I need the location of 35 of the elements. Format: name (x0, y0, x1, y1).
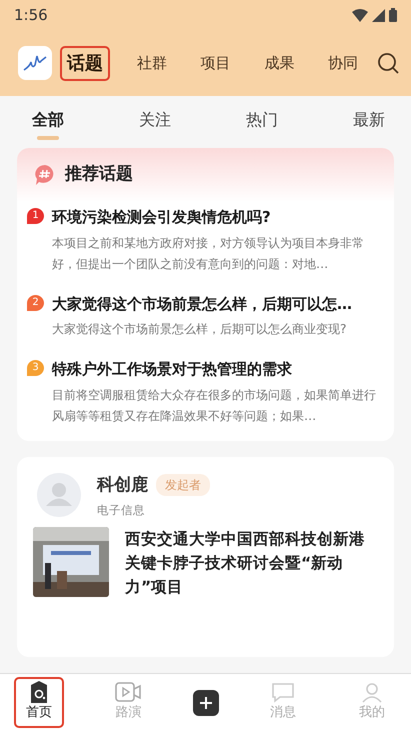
author-field: 电子信息 (97, 502, 210, 520)
plus-icon (200, 696, 212, 708)
add-button[interactable] (192, 690, 218, 716)
filter-tab[interactable]: 全部 (28, 104, 68, 140)
rank-badge: 2 (27, 294, 44, 310)
filter-tab[interactable]: 热门 (242, 104, 282, 140)
nav-tab[interactable]: 话题 (60, 46, 110, 80)
nav-tab[interactable]: 成果 (257, 48, 302, 78)
status-time: 1:56 (14, 4, 48, 26)
rank-badge: 3 (27, 360, 44, 376)
post-title[interactable]: 西安交通大学中国西部科技创新港关键卡脖子技术研讨会暨“新动力”项目 (125, 527, 378, 600)
message-icon (270, 680, 295, 703)
nav-tab[interactable]: 项目 (194, 48, 238, 78)
topic-summary: 目前将空调服租赁给大众存在很多的市场问题，如果简单进行风扇等等租赁又存在降温效果不好等问题；如果… (52, 386, 377, 424)
section-title: 推荐话题 (65, 163, 133, 186)
search-icon[interactable] (377, 52, 399, 74)
wifi-icon (352, 8, 368, 22)
author-name: 科创鹿 (97, 474, 148, 496)
nav-tab[interactable]: 协同 (321, 48, 365, 78)
profile-icon (360, 680, 384, 703)
topic-summary: 大家觉得这个市场前景怎么样，后期可以怎么商业变现? (52, 321, 348, 338)
role-tag: 发起者 (156, 474, 210, 496)
app-logo (18, 46, 52, 80)
topic-title[interactable]: 大家觉得这个市场前景怎么样，后期可以怎… (52, 292, 382, 315)
tab-bar-item[interactable]: 首页 (14, 676, 64, 728)
topic-title[interactable]: 特殊户外工作场景对于热管理的需求 (52, 358, 382, 380)
filter-tab[interactable]: 关注 (135, 104, 175, 140)
battery-icon (389, 8, 397, 22)
filter-tab[interactable]: 最新 (349, 104, 389, 140)
topic-title[interactable]: 环境污染检测会引发舆情危机吗? (52, 206, 382, 228)
signal-icon (372, 8, 385, 22)
nav-tab[interactable]: 社群 (130, 48, 174, 78)
video-icon (115, 680, 142, 703)
rank-badge: 1 (27, 208, 44, 224)
topic-summary: 本项目之前和某地方政府对接，对方领导认为项目本身非常好，但提出一个团队之前没有意向到的问题：对地… (52, 234, 365, 272)
